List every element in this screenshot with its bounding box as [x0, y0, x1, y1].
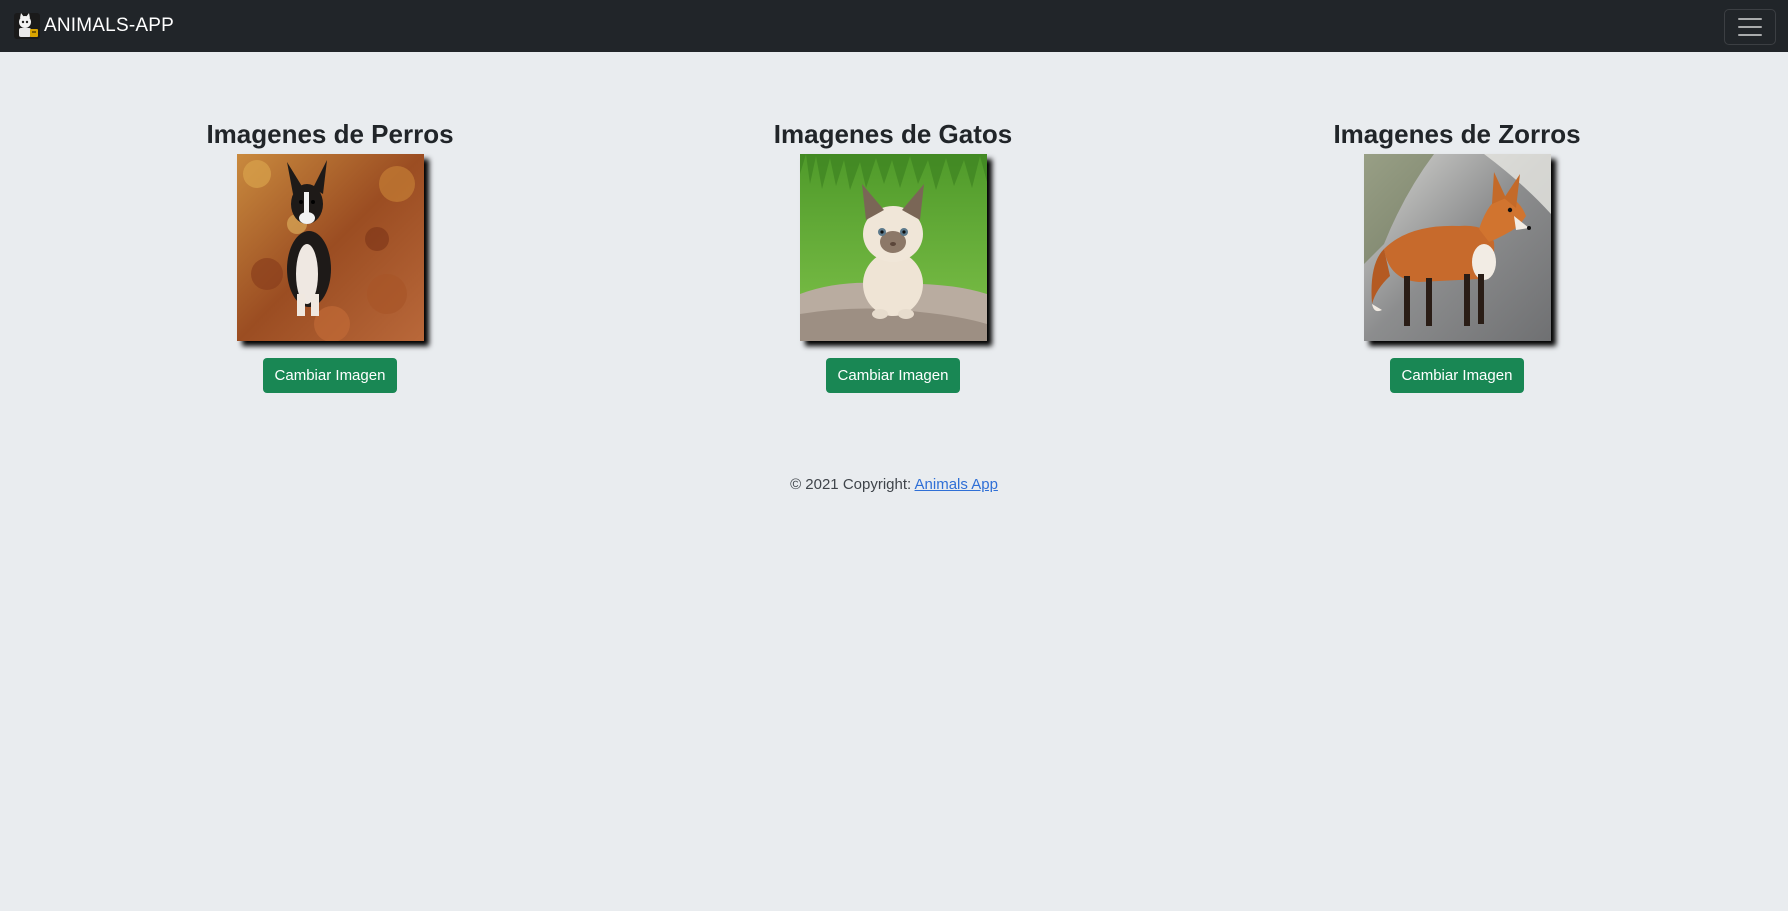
- navbar-toggler-button[interactable]: [1724, 9, 1776, 45]
- cats-title: Imagenes de Gatos: [773, 119, 1013, 149]
- dogs-section: Imagenes de Perros Cambiar Imagen: [120, 116, 540, 393]
- hamburger-menu-icon: [1738, 18, 1762, 20]
- brand-title: ANIMALS-APP: [44, 15, 174, 36]
- foxes-section: Imagenes de Zorros Cambiar Imagen: [1247, 116, 1667, 393]
- dogs-title: Imagenes de Perros: [206, 119, 454, 149]
- top-navbar: ANIMALS-APP: [0, 0, 1788, 52]
- change-dog-image-button[interactable]: Cambiar Imagen: [262, 358, 398, 393]
- fox-image: [1363, 154, 1551, 341]
- brand-link[interactable]: ANIMALS-APP: [14, 11, 174, 41]
- cats-section: Imagenes de Gatos Cambiar Imagen: [683, 116, 1103, 393]
- dog-image: [236, 154, 424, 341]
- foxes-title: Imagenes de Zorros: [1333, 119, 1581, 149]
- change-fox-image-button[interactable]: Cambiar Imagen: [1389, 358, 1525, 393]
- copyright-text: © 2021 Copyright:: [790, 476, 915, 493]
- animals-app-link[interactable]: Animals App: [915, 476, 998, 493]
- page-footer: © 2021 Copyright: Animals App: [0, 476, 1788, 493]
- change-cat-image-button[interactable]: Cambiar Imagen: [825, 358, 961, 393]
- cat-logo-icon: [14, 13, 40, 39]
- cat-image: [799, 154, 987, 341]
